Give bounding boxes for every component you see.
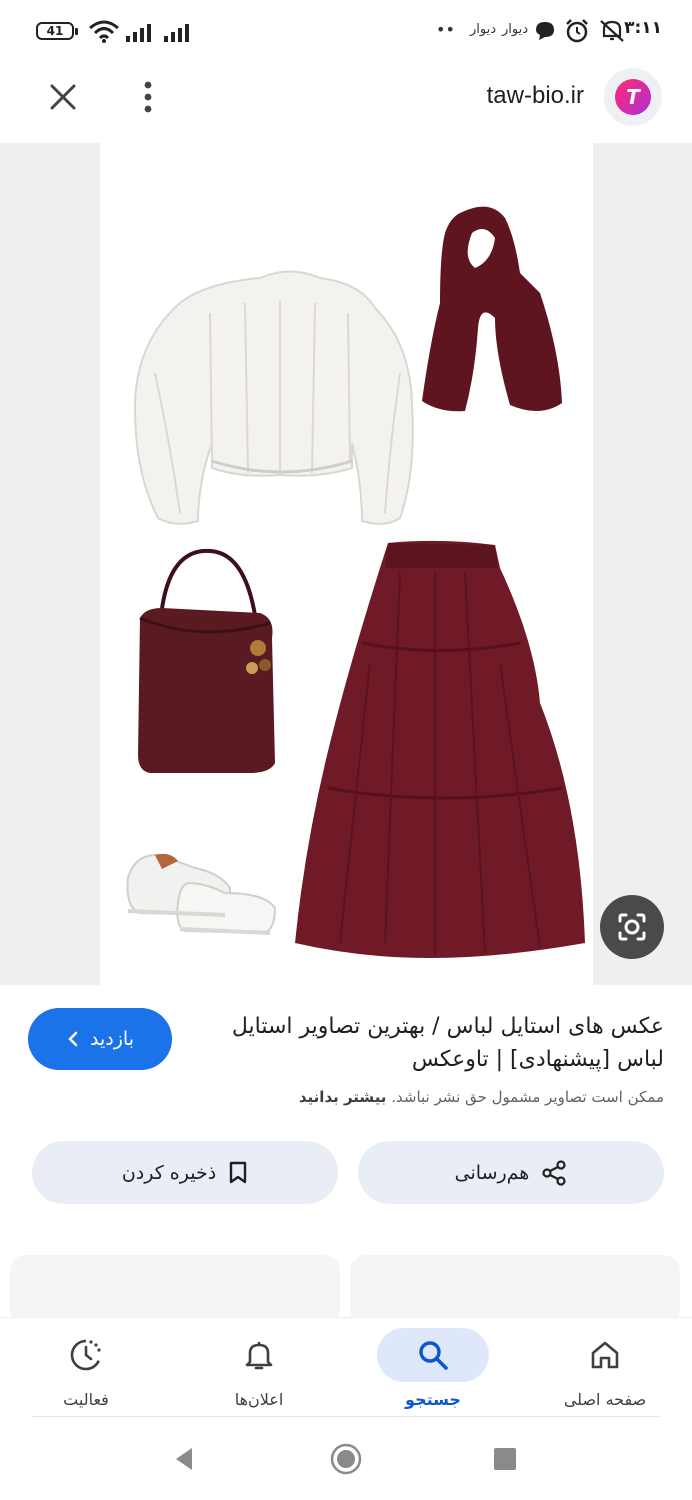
share-button[interactable]: هم‌رسانی xyxy=(358,1141,664,1204)
result-title[interactable]: عکس های استایل لباس / بهترین تصاویر استا… xyxy=(214,1010,664,1076)
nav-activity[interactable]: فعالیت xyxy=(6,1322,166,1412)
result-image[interactable] xyxy=(100,143,593,985)
alarm-icon xyxy=(566,19,588,43)
lens-icon xyxy=(618,913,646,941)
system-back-icon[interactable] xyxy=(172,1446,196,1472)
site-logo-mark: T xyxy=(615,79,651,115)
outfit-illustration xyxy=(126,206,585,958)
related-result-card[interactable] xyxy=(10,1255,340,1325)
signal-2-icon xyxy=(164,22,194,42)
learn-more-link[interactable]: بیشتر بدانید xyxy=(299,1088,387,1106)
sneakers-illustration xyxy=(126,853,277,935)
copyright-note: ممکن است تصاویر مشمول حق نشر نباشد. بیشت… xyxy=(44,1088,664,1106)
close-icon[interactable] xyxy=(46,80,80,114)
visit-button[interactable]: بازدید xyxy=(28,1008,172,1070)
signal-1-icon xyxy=(126,22,156,42)
site-title[interactable]: taw-bio.ir xyxy=(487,82,584,110)
mute-icon xyxy=(600,20,624,42)
google-lens-button[interactable] xyxy=(600,895,664,959)
share-label: هم‌رسانی xyxy=(454,1161,530,1184)
nav-notifications[interactable]: اعلان‌ها xyxy=(179,1322,339,1412)
notification-divar-2: دیوار xyxy=(502,22,529,37)
clock: ۳:۱۱ xyxy=(624,18,662,38)
notification-divar-1: دیوار xyxy=(470,22,497,37)
copyright-note-text: ممکن است تصاویر مشمول حق نشر نباشد. xyxy=(391,1088,664,1106)
skirt-illustration xyxy=(295,540,585,958)
bell-icon xyxy=(245,1342,273,1370)
handbag-illustration xyxy=(138,548,275,773)
scarf-illustration xyxy=(422,206,562,412)
related-result-card[interactable] xyxy=(350,1255,680,1325)
activity-history-icon xyxy=(70,1339,102,1371)
chevron-left-icon xyxy=(68,1031,78,1047)
status-bar: 41 •• دیوار دیوار ۳:۱۱ xyxy=(0,0,692,62)
nav-search[interactable]: جستجو xyxy=(353,1322,513,1412)
nav-notifications-label: اعلان‌ها xyxy=(234,1390,284,1409)
home-icon xyxy=(591,1341,619,1369)
battery-icon: 41 xyxy=(36,22,78,40)
system-home-icon[interactable] xyxy=(330,1443,362,1475)
nav-activity-label: فعالیت xyxy=(63,1390,109,1409)
blouse-illustration xyxy=(133,270,414,525)
site-logo[interactable]: T xyxy=(604,68,662,126)
status-dots: •• xyxy=(436,20,455,39)
nav-search-label: جستجو xyxy=(405,1390,461,1409)
system-recents-icon[interactable] xyxy=(494,1448,516,1470)
wifi-icon xyxy=(89,20,119,43)
nav-home-label: صفحه اصلی xyxy=(563,1390,647,1409)
save-label: ذخیره کردن xyxy=(121,1161,217,1184)
nav-home[interactable]: صفحه اصلی xyxy=(525,1322,685,1412)
divider xyxy=(32,1416,660,1417)
share-icon xyxy=(542,1159,566,1186)
save-button[interactable]: ذخیره کردن xyxy=(32,1141,338,1204)
bookmark-icon xyxy=(229,1161,247,1183)
chat-icon xyxy=(536,22,554,40)
visit-label: بازدید xyxy=(90,1028,134,1050)
search-icon xyxy=(419,1341,448,1370)
more-options-icon[interactable] xyxy=(138,80,158,114)
